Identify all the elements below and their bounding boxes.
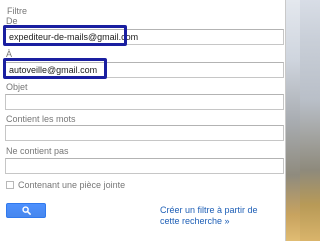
subject-label: Objet bbox=[6, 82, 28, 92]
filter-panel: Filtre De expediteur-de-mails@gmail.com … bbox=[0, 0, 286, 241]
filter-title: Filtre bbox=[7, 6, 27, 16]
background-strip bbox=[286, 0, 300, 241]
from-highlight bbox=[3, 25, 127, 46]
search-icon bbox=[22, 206, 31, 215]
subject-field[interactable] bbox=[5, 94, 284, 110]
to-highlight bbox=[3, 58, 107, 79]
has-attachment-label: Contenant une pièce jointe bbox=[18, 180, 126, 190]
create-filter-link[interactable]: Créer un filtre à partir de cette recher… bbox=[160, 205, 278, 227]
search-button[interactable] bbox=[6, 203, 46, 218]
has-attachment-checkbox[interactable] bbox=[6, 181, 14, 189]
has-words-label: Contient les mots bbox=[6, 114, 76, 124]
has-words-field[interactable] bbox=[5, 125, 284, 141]
doesnt-have-field[interactable] bbox=[5, 158, 284, 174]
doesnt-have-label: Ne contient pas bbox=[6, 146, 69, 156]
